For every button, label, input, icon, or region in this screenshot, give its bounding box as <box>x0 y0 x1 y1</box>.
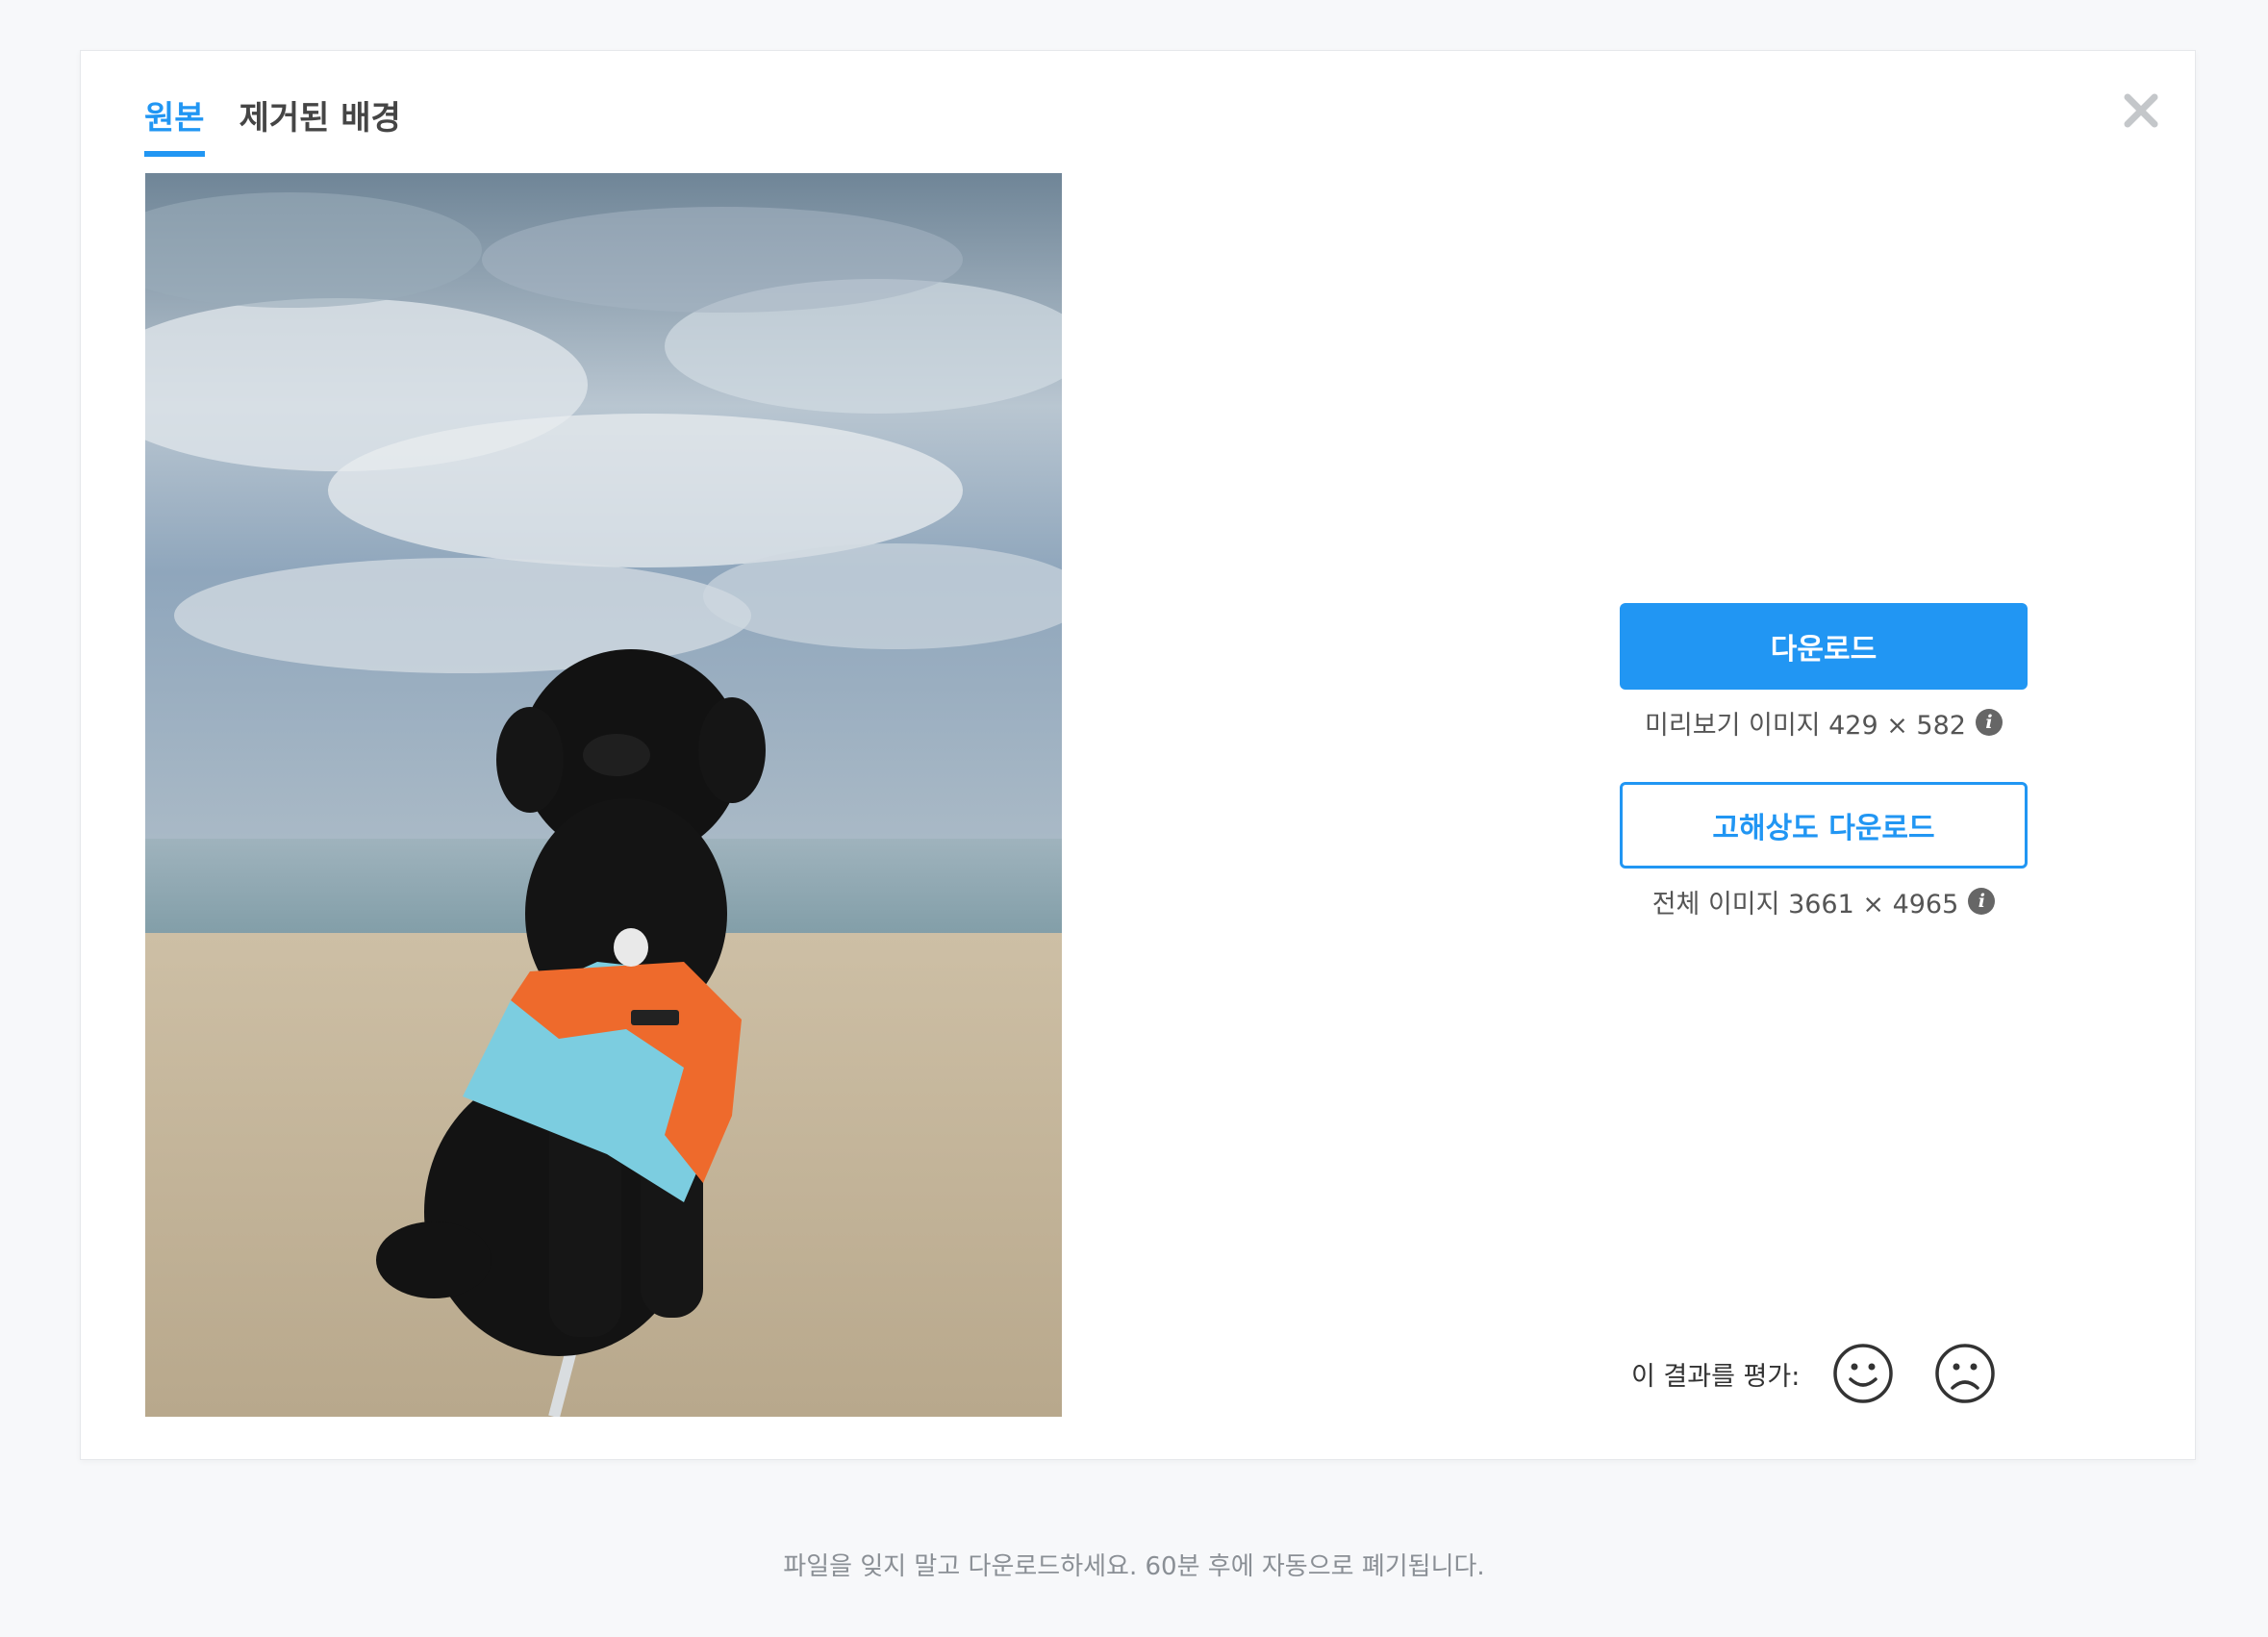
smile-icon[interactable] <box>1832 1343 1894 1404</box>
hd-download-button[interactable]: 고해상도 다운로드 <box>1620 782 2028 869</box>
preview-size-label: 미리보기 이미지 429 × 582 <box>1645 710 1966 741</box>
footer-notice: 파일을 잊지 말고 다운로드하세요. 60분 후에 자동으로 폐기됩니다. <box>783 1552 1485 1581</box>
preview-image <box>145 173 1062 1417</box>
close-icon <box>2124 93 2158 128</box>
info-icon[interactable]: i <box>1968 888 1996 915</box>
result-dialog: 원본 제거된 배경 다운로드 미리보기 이미지 429 × 582 i 고해상도… <box>80 50 2196 1460</box>
full-size-info: 전체 이미지 3661 × 4965 i <box>1620 882 2028 920</box>
full-size-label: 전체 이미지 3661 × 4965 <box>1651 889 1959 919</box>
download-button[interactable]: 다운로드 <box>1620 603 2028 690</box>
info-icon[interactable]: i <box>1975 709 2003 736</box>
preview-size-info: 미리보기 이미지 429 × 582 i <box>1620 703 2028 742</box>
tab-original[interactable]: 원본 <box>144 95 205 157</box>
tab-removed-background[interactable]: 제거된 배경 <box>239 95 401 157</box>
rating-section: 이 결과를 평가: <box>1631 1343 2036 1404</box>
frown-icon[interactable] <box>1934 1343 1996 1404</box>
close-button[interactable] <box>2116 86 2166 136</box>
download-panel: 다운로드 미리보기 이미지 429 × 582 i 고해상도 다운로드 전체 이… <box>1620 603 2028 920</box>
view-tabs: 원본 제거된 배경 <box>144 95 401 157</box>
rating-label: 이 결과를 평가: <box>1631 1361 1801 1392</box>
